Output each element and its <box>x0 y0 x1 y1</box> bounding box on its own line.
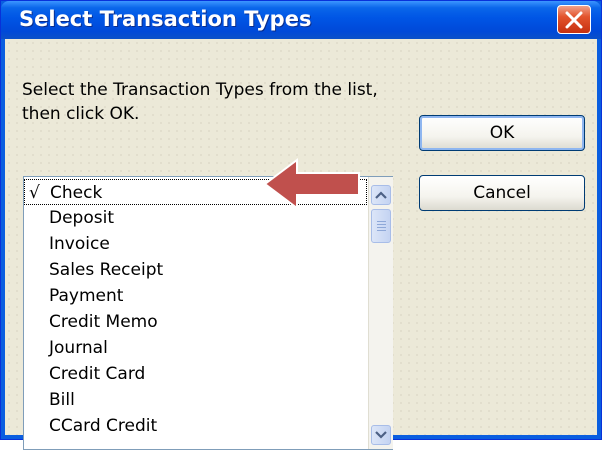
list-item-label: Check <box>50 183 103 203</box>
list-item[interactable]: Credit Memo <box>24 309 367 335</box>
list-item[interactable]: CCard Credit <box>24 413 367 439</box>
check-mark-icon: √ <box>29 183 40 203</box>
transaction-type-list[interactable]: √ Check Deposit Invoice Sales Receipt Pa… <box>23 176 393 450</box>
window-title: Select Transaction Types <box>19 7 312 31</box>
list-item-label: Payment <box>49 286 124 306</box>
chevron-down-icon <box>375 431 387 439</box>
grip-line <box>377 224 386 225</box>
grip-line <box>377 221 386 222</box>
scroll-thumb[interactable] <box>371 209 391 243</box>
instructions-text: Select the Transaction Types from the li… <box>22 80 378 124</box>
list-item-label: Journal <box>49 338 108 358</box>
list-item-label: Credit Card <box>49 364 146 384</box>
list-item[interactable]: Credit Card <box>24 361 367 387</box>
grip-line <box>377 227 386 228</box>
list-item[interactable]: Bill <box>24 387 367 413</box>
list-item-label: Credit Memo <box>49 312 158 332</box>
list-item-label: Invoice <box>49 234 110 254</box>
grip-line <box>377 230 386 231</box>
list-item-label: Deposit <box>49 208 114 228</box>
list-item[interactable]: Journal <box>24 335 367 361</box>
list-item-label: Sales Receipt <box>49 260 164 280</box>
dialog-window: Select Transaction Types Select the Tran… <box>0 0 602 450</box>
ok-button[interactable]: OK <box>419 115 585 151</box>
dialog-body: Select the Transaction Types from the li… <box>5 39 597 450</box>
chevron-up-icon <box>375 191 387 199</box>
close-x-icon <box>565 11 583 29</box>
title-bar[interactable]: Select Transaction Types <box>1 1 601 39</box>
list-item-label: Bill <box>49 390 75 410</box>
list-item[interactable]: Payment <box>24 283 367 309</box>
list-items: √ Check Deposit Invoice Sales Receipt Pa… <box>24 177 367 449</box>
left-arrow-icon <box>263 158 360 210</box>
scroll-down-button[interactable] <box>371 425 391 445</box>
close-button[interactable] <box>557 5 591 34</box>
list-item[interactable]: Invoice <box>24 231 367 257</box>
cancel-button[interactable]: Cancel <box>419 175 585 211</box>
list-item-label: CCard Credit <box>49 416 158 436</box>
vertical-scrollbar[interactable] <box>368 177 393 449</box>
list-item[interactable]: Sales Receipt <box>24 257 367 283</box>
scroll-up-button[interactable] <box>371 185 391 205</box>
